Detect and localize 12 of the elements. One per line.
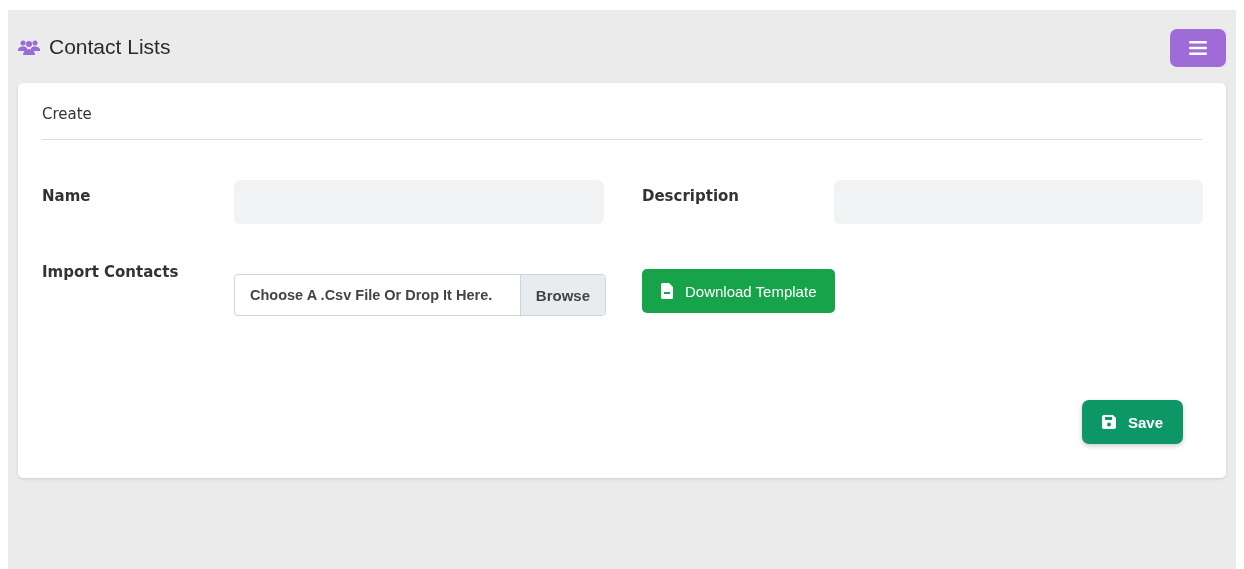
- field-label: Import Contacts: [42, 263, 180, 281]
- menu-icon: [1189, 40, 1207, 55]
- menu-button[interactable]: [1170, 28, 1226, 67]
- page-title: Contact Lists: [49, 34, 171, 59]
- download-template-button[interactable]: Download Template: [642, 269, 836, 313]
- save-button[interactable]: Save: [1082, 400, 1183, 444]
- users-icon: [18, 38, 40, 55]
- file-icon: [661, 283, 673, 299]
- field-label: Name: [42, 186, 92, 205]
- card-title: Create: [42, 105, 93, 123]
- file-input[interactable]: Choose A .Csv File Or Drop It Here. Browse: [234, 274, 606, 316]
- field-label: Description: [641, 186, 741, 205]
